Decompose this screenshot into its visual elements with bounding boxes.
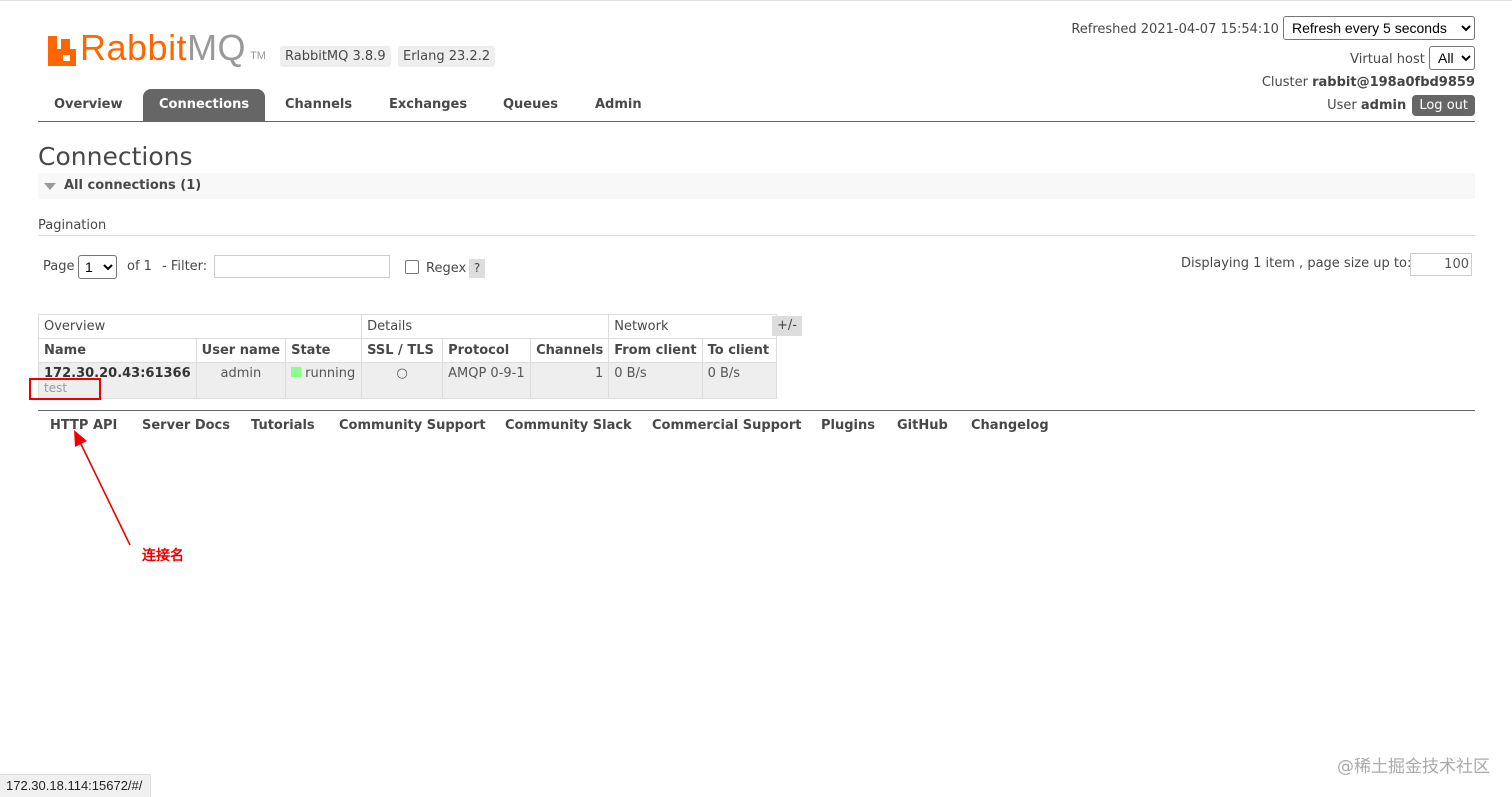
annotation-arrow	[74, 430, 131, 546]
annotation-label: 连接名	[142, 548, 184, 564]
watermark: @稀土掘金技术社区	[1337, 757, 1490, 777]
status-bar-url: 172.30.18.114:15672/#/	[0, 774, 152, 797]
